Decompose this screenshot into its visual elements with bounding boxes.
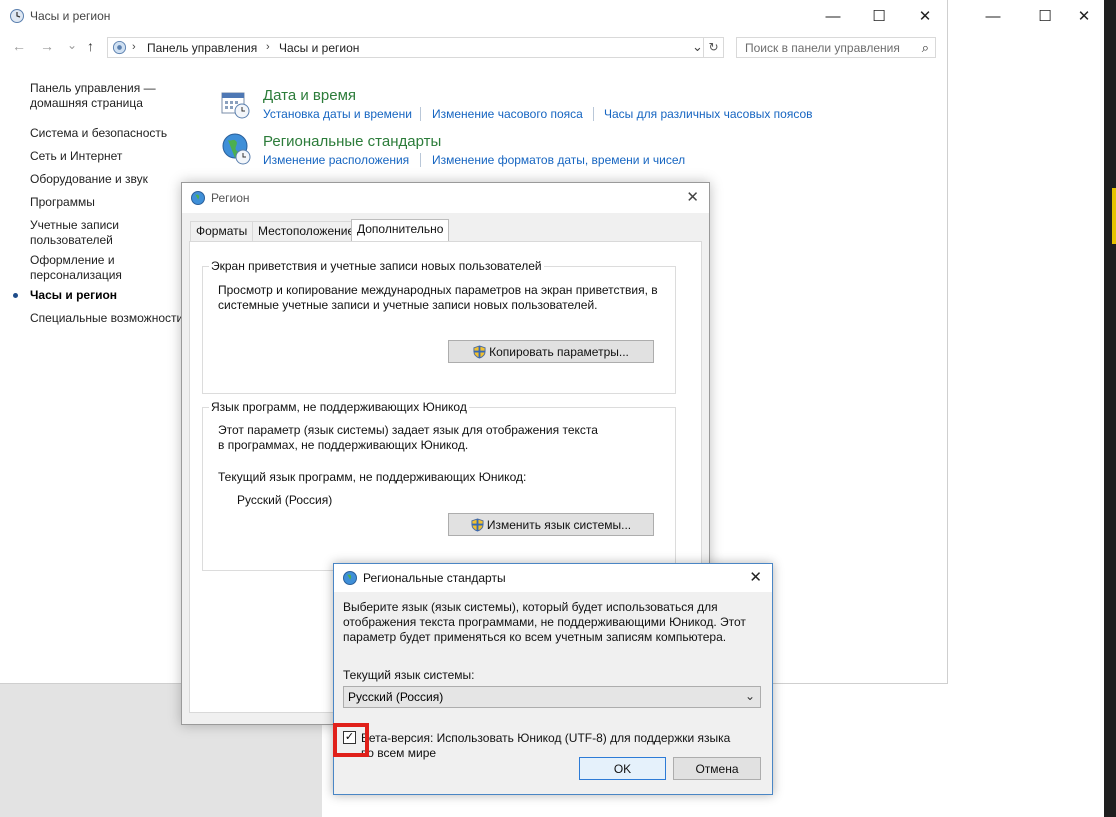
sidebar-item-programs[interactable]: Программы bbox=[30, 195, 95, 210]
up-arrow-icon[interactable]: ↑ bbox=[87, 38, 94, 54]
refresh-icon[interactable]: ↻ bbox=[704, 37, 724, 58]
region-dialog-titlebar bbox=[182, 183, 709, 213]
bg-minimize-button[interactable]: — bbox=[970, 0, 1016, 32]
tab-administrative[interactable]: Дополнительно bbox=[351, 219, 450, 242]
minimize-button[interactable]: — bbox=[810, 0, 856, 32]
sidebar-item-security[interactable]: Система и безопасность bbox=[30, 126, 167, 141]
link-change-timezone[interactable]: Изменение часового пояса bbox=[432, 107, 583, 121]
globe-clock-icon bbox=[222, 133, 251, 165]
region-settings-dialog: Региональные стандарты ✕ Выберите язык (… bbox=[333, 563, 773, 795]
breadcrumb-separator: › bbox=[266, 41, 270, 53]
recent-pages-icon[interactable]: ⌄ bbox=[67, 38, 77, 52]
search-placeholder: Поиск в панели управления bbox=[745, 41, 900, 55]
close-button[interactable]: ✕ bbox=[902, 0, 948, 32]
category-date-time-title[interactable]: Дата и время bbox=[263, 87, 356, 104]
sub-dialog-title: Региональные стандарты bbox=[363, 571, 506, 585]
ok-button[interactable]: OK bbox=[579, 757, 666, 780]
desktop-edge bbox=[1104, 0, 1116, 817]
uac-shield-icon bbox=[473, 344, 486, 359]
current-language-label: Текущий язык программ, не поддерживающих… bbox=[218, 470, 527, 484]
sub-close-icon[interactable]: ✕ bbox=[749, 568, 762, 586]
change-system-locale-label: Изменить язык системы... bbox=[486, 517, 632, 532]
address-bar[interactable]: › Панель управления › Часы и регион ⌄ bbox=[107, 37, 704, 58]
sidebar-item-network[interactable]: Сеть и Интернет bbox=[30, 149, 122, 164]
link-change-formats[interactable]: Изменение форматов даты, времени и чисел bbox=[432, 153, 685, 167]
welcome-group-text: Просмотр и копирование международных пар… bbox=[218, 283, 658, 312]
sidebar-item-accounts[interactable]: Учетные записи пользователей bbox=[30, 218, 130, 248]
welcome-group-label: Экран приветствия и учетные записи новых… bbox=[209, 259, 544, 273]
link-set-date-time[interactable]: Установка даты и времени bbox=[263, 107, 412, 121]
region-dialog-title: Регион bbox=[211, 191, 250, 205]
sidebar-item-hardware[interactable]: Оборудование и звук bbox=[30, 172, 148, 187]
sidebar-home-link[interactable]: Панель управления — домашняя страница bbox=[30, 81, 170, 111]
bg-maximize-button[interactable]: ☐ bbox=[1022, 0, 1068, 32]
search-input[interactable]: Поиск в панели управления ⌕ bbox=[736, 37, 936, 58]
link-separator bbox=[420, 107, 421, 121]
globe-icon bbox=[343, 571, 357, 585]
current-language-value: Русский (Россия) bbox=[237, 493, 333, 507]
bg-close-button[interactable]: ✕ bbox=[1064, 0, 1104, 32]
copy-settings-button[interactable]: Копировать параметры... bbox=[448, 340, 654, 363]
tab-location[interactable]: Местоположение bbox=[252, 221, 361, 241]
active-bullet bbox=[13, 293, 18, 298]
calendar-clock-icon bbox=[221, 92, 250, 119]
link-separator bbox=[593, 107, 594, 121]
address-dropdown-icon[interactable]: ⌄ bbox=[692, 39, 703, 55]
sidebar-item-clock-region: Часы и регион bbox=[30, 288, 118, 302]
non-unicode-group-label: Язык программ, не поддерживающих Юникод bbox=[209, 400, 469, 414]
copy-settings-label: Копировать параметры... bbox=[489, 344, 629, 359]
sidebar-item-appearance[interactable]: Оформление и персонализация bbox=[30, 253, 140, 283]
globe-icon bbox=[191, 191, 205, 205]
background-window: — ☐ ✕ bbox=[948, 0, 1104, 817]
category-regional-title[interactable]: Региональные стандарты bbox=[263, 133, 441, 150]
link-separator bbox=[420, 153, 421, 167]
breadcrumb-separator: › bbox=[132, 41, 136, 53]
non-unicode-group-text: Этот параметр (язык системы) задает язык… bbox=[218, 423, 598, 452]
breadcrumb-clock-region[interactable]: Часы и регион bbox=[279, 41, 359, 55]
search-icon[interactable]: ⌕ bbox=[922, 40, 929, 56]
forward-arrow-icon[interactable]: → bbox=[40, 38, 54, 54]
window-title: Часы и регион bbox=[30, 9, 111, 23]
tab-formats[interactable]: Форматы bbox=[190, 221, 254, 241]
region-close-icon[interactable]: ✕ bbox=[686, 188, 699, 206]
maximize-button[interactable]: ☐ bbox=[856, 0, 902, 32]
link-multiple-clocks[interactable]: Часы для различных часовых поясов bbox=[604, 107, 813, 121]
link-change-location[interactable]: Изменение расположения bbox=[263, 153, 409, 167]
control-panel-icon bbox=[112, 40, 127, 55]
current-system-language-label: Текущий язык системы: bbox=[343, 668, 475, 682]
change-system-locale-button[interactable]: Изменить язык системы... bbox=[448, 513, 654, 536]
sidebar-item-accessibility[interactable]: Специальные возможности bbox=[30, 311, 183, 326]
sub-dialog-description: Выберите язык (язык системы), который бу… bbox=[343, 600, 746, 644]
highlight-box bbox=[333, 723, 369, 757]
combobox-value: Русский (Россия) bbox=[348, 690, 444, 704]
cancel-button[interactable]: Отмена bbox=[673, 757, 761, 780]
breadcrumb-control-panel[interactable]: Панель управления bbox=[147, 41, 257, 55]
back-arrow-icon[interactable]: ← bbox=[12, 38, 26, 54]
system-language-combobox[interactable]: Русский (Россия) ⌄ bbox=[343, 686, 761, 708]
clock-region-icon bbox=[10, 9, 24, 23]
uac-shield-icon bbox=[471, 517, 484, 532]
chevron-down-icon: ⌄ bbox=[744, 689, 755, 703]
